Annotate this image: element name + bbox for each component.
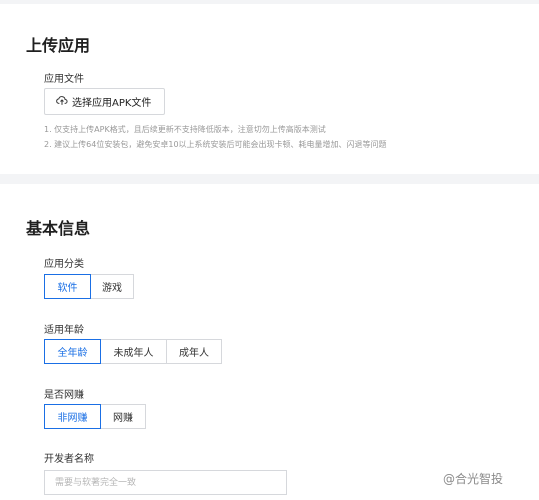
- upload-section-title: 上传应用: [26, 36, 91, 55]
- select-apk-button[interactable]: 选择应用APK文件: [44, 88, 165, 115]
- category-label: 应用分类: [44, 259, 84, 270]
- age-option-minor[interactable]: 未成年人: [100, 339, 167, 364]
- age-option-all[interactable]: 全年龄: [44, 339, 101, 364]
- select-apk-button-label: 选择应用APK文件: [72, 98, 152, 109]
- category-segmented-control: 软件 游戏: [44, 274, 134, 299]
- developer-name-label: 开发者名称: [44, 454, 94, 465]
- age-option-adult[interactable]: 成年人: [166, 339, 222, 364]
- online-earning-option-yes[interactable]: 网赚: [100, 404, 146, 429]
- age-segmented-control: 全年龄 未成年人 成年人: [44, 339, 222, 364]
- online-earning-option-no[interactable]: 非网赚: [44, 404, 101, 429]
- age-label: 适用年龄: [44, 325, 84, 336]
- developer-name-input[interactable]: [44, 470, 287, 495]
- basic-info-title: 基本信息: [26, 219, 91, 238]
- category-option-game[interactable]: 游戏: [90, 274, 134, 299]
- upload-hint-1: 1. 仅支持上传APK格式，且后续更新不支持降低版本，注意切勿上传高版本测试: [44, 125, 326, 134]
- upload-hint-2: 2. 建议上传64位安装包，避免安卓10以上系统安装后可能会出现卡顿、耗电量增加…: [44, 140, 387, 149]
- watermark-text: @合光智投: [443, 472, 504, 486]
- online-earning-segmented-control: 非网赚 网赚: [44, 404, 146, 429]
- app-file-label: 应用文件: [44, 74, 84, 85]
- category-option-software[interactable]: 软件: [44, 274, 91, 299]
- cloud-upload-icon: [56, 94, 68, 109]
- watermark: @合光智投: [443, 470, 503, 487]
- online-earning-label: 是否网赚: [44, 390, 84, 401]
